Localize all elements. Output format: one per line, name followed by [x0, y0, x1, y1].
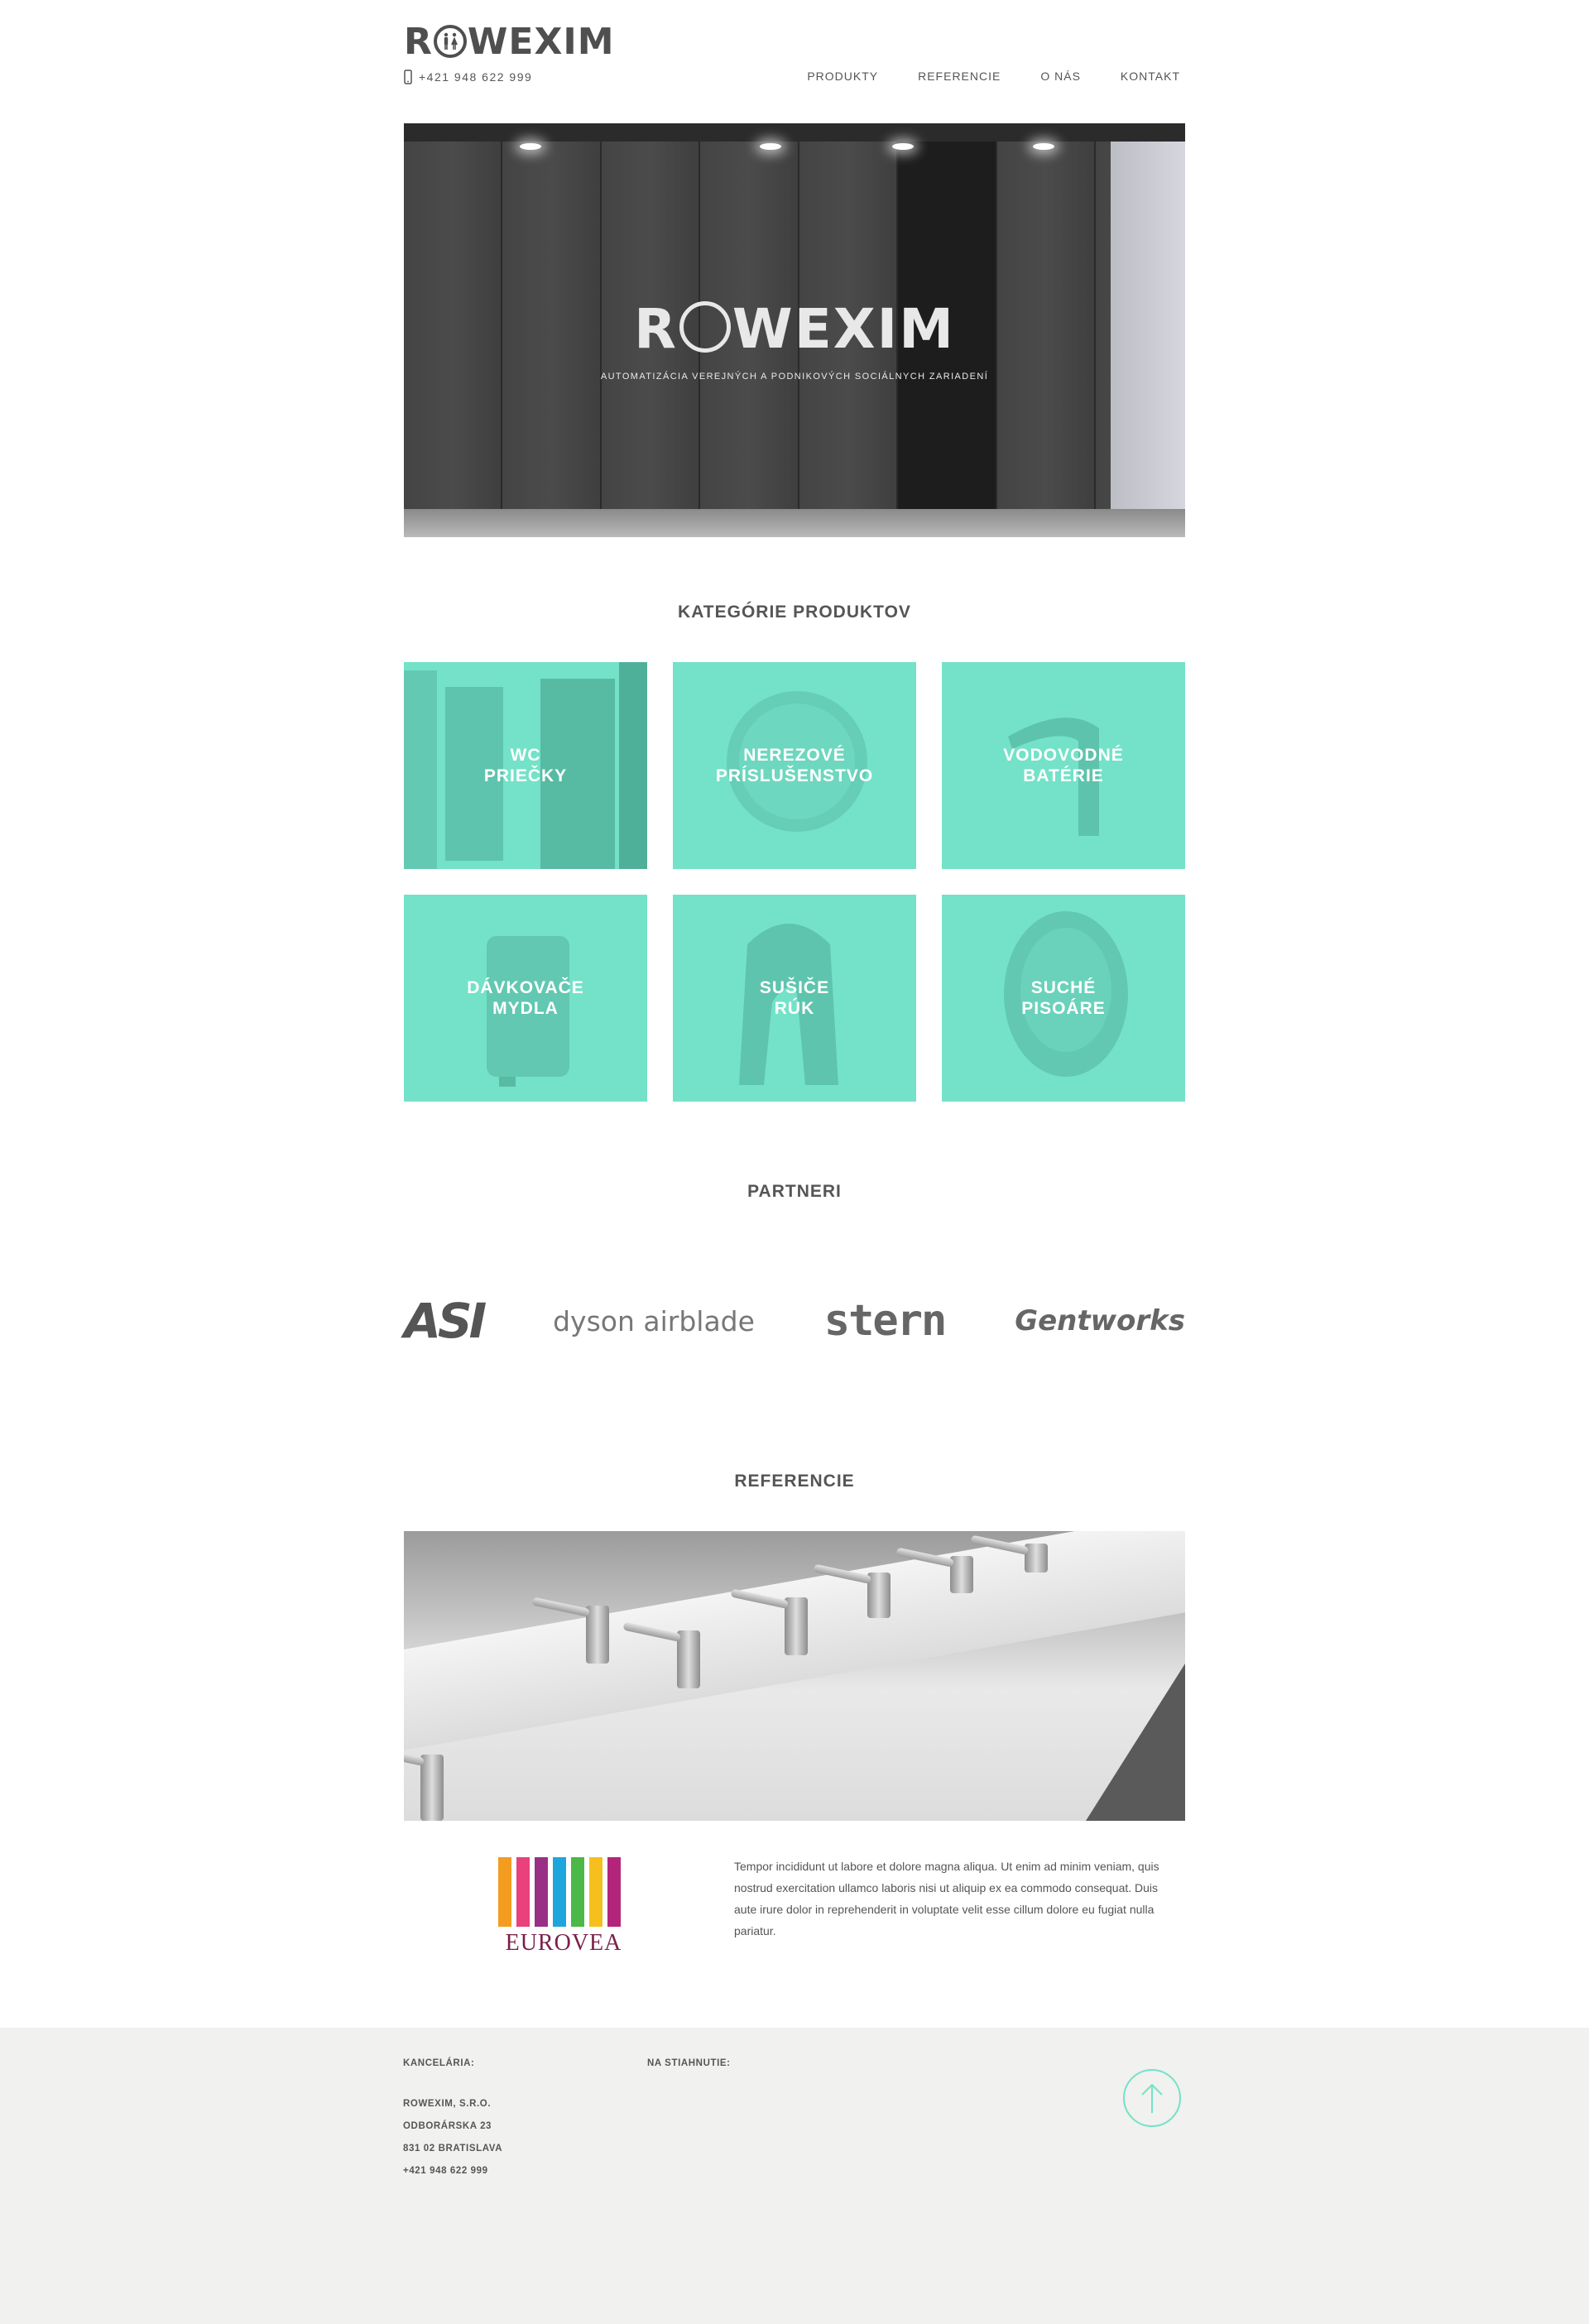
hero-restroom-icon — [679, 301, 731, 353]
logo-text-left: R — [404, 20, 433, 63]
footer-company: ROWEXIM, S.R.O. — [403, 2099, 492, 2109]
footer-office: KANCELÁRIA: ROWEXIM, S.R.O. ODBORÁRSKA 2… — [403, 2058, 502, 2182]
partner-logo-gentworks[interactable]: Gentworks — [1015, 1304, 1185, 1337]
restroom-icon — [433, 25, 467, 58]
phone-icon — [404, 70, 412, 84]
reference-photo — [404, 1531, 1185, 1821]
footer — [0, 2028, 1589, 2324]
category-tile-suche-pisoare[interactable]: SUCHÉ PISOÁRE — [942, 895, 1185, 1102]
categories-title: KATEGÓRIE PRODUKTOV — [678, 603, 911, 622]
category-label: NEREZOVÉ PRÍSLUŠENSTVO — [715, 746, 874, 785]
hero-title: R WEXIM — [634, 297, 955, 361]
category-tile-susice-ruk[interactable]: SUŠIČE RÚK — [673, 895, 916, 1102]
partner-logo-asi[interactable]: ASI — [404, 1293, 487, 1349]
hero-subtitle: AUTOMATIZÁCIA VEREJNÝCH A PODNIKOVÝCH SO… — [600, 372, 989, 382]
reference-description: Tempor incididunt ut labore et dolore ma… — [734, 1860, 1159, 1937]
logo-text-right: WEXIM — [467, 20, 615, 63]
footer-office-heading: KANCELÁRIA: — [403, 2058, 475, 2068]
nav-item-produkty[interactable]: PRODUKTY — [802, 70, 883, 86]
phone-number: +421 948 622 999 — [419, 70, 533, 84]
footer-city: 831 02 BRATISLAVA — [403, 2144, 503, 2154]
nav-item-kontakt[interactable]: KONTAKT — [1116, 70, 1185, 83]
footer-downloads-heading: NA STIAHNUTIE: — [647, 2058, 731, 2068]
category-label: WC PRIEČKY — [483, 746, 568, 785]
footer-street: ODBORÁRSKA 23 — [403, 2121, 492, 2131]
category-label: VODOVODNÉ BATÉRIE — [1003, 746, 1124, 785]
main-nav: PRODUKTY REFERENCIE O NÁS KONTAKT — [802, 70, 1185, 86]
category-tile-wc-priecky[interactable]: WC PRIEČKY — [404, 662, 647, 869]
category-label: SUŠIČE RÚK — [759, 978, 830, 1018]
nav-item-referencie[interactable]: REFERENCIE — [913, 70, 1006, 83]
arrow-up-icon — [1141, 2083, 1163, 2113]
nav-item-o-nas[interactable]: O NÁS — [1035, 70, 1086, 83]
category-tile-davkovace-mydla[interactable]: DÁVKOVAČE MYDLA — [404, 895, 647, 1102]
logo[interactable]: R WEXIM — [404, 20, 615, 63]
category-label: SUCHÉ PISOÁRE — [1021, 978, 1106, 1018]
partners-title: PARTNERI — [747, 1182, 842, 1201]
references-title: REFERENCIE — [734, 1472, 855, 1491]
partner-logos: ASI dyson airblade stern Gentworks — [404, 1293, 1185, 1349]
category-tile-vodovodne-baterie[interactable]: VODOVODNÉ BATÉRIE — [942, 662, 1185, 869]
category-tile-nerezove-prislusenstvo[interactable]: NEREZOVÉ PRÍSLUŠENSTVO — [673, 662, 916, 869]
category-grid: WC PRIEČKY NEREZOVÉ PRÍSLUŠENSTVO VODOVO… — [404, 662, 1185, 1102]
footer-downloads: NA STIAHNUTIE: — [647, 2058, 731, 2093]
back-to-top-button[interactable] — [1123, 2069, 1181, 2127]
header-phone[interactable]: +421 948 622 999 — [404, 70, 532, 84]
partner-logo-dyson[interactable]: dyson airblade — [553, 1305, 755, 1337]
hero-banner: R WEXIM AUTOMATIZÁCIA VEREJNÝCH A PODNIKO… — [404, 123, 1185, 537]
footer-phone[interactable]: +421 948 622 999 — [403, 2160, 502, 2182]
eurovea-logo[interactable]: EUROVEA — [497, 1857, 631, 1960]
partner-logo-stern[interactable]: stern — [824, 1296, 948, 1346]
category-label: DÁVKOVAČE MYDLA — [467, 978, 584, 1018]
eurovea-wordmark: EUROVEA — [505, 1930, 622, 1956]
